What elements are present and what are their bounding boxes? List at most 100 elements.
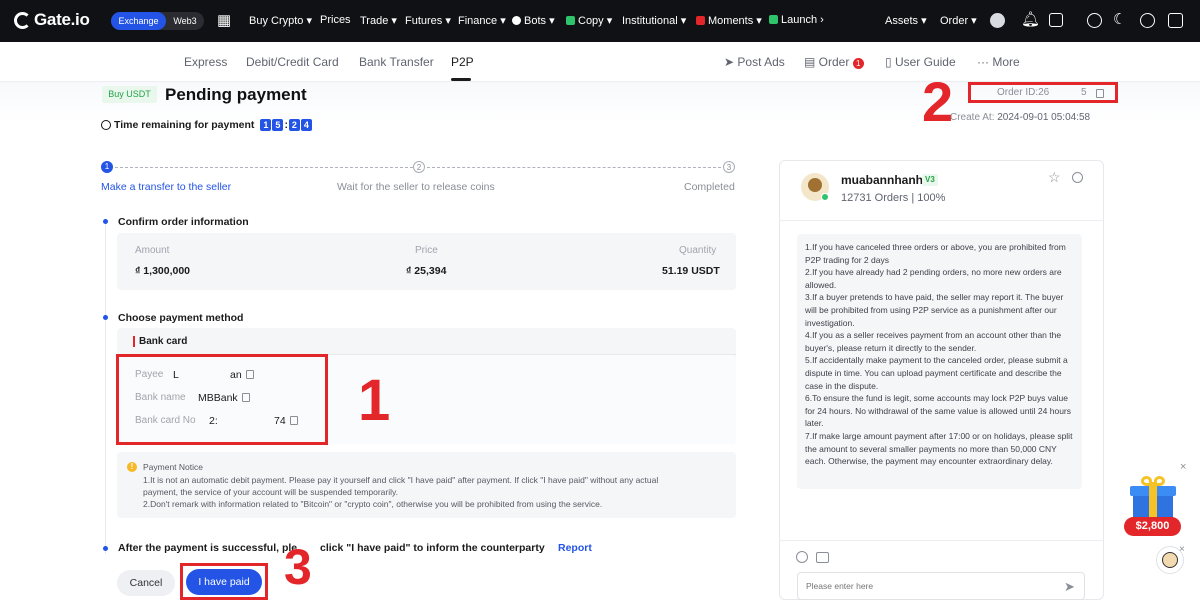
confirm-order-heading: Confirm order information bbox=[118, 216, 249, 228]
nav-prices[interactable]: Prices bbox=[320, 14, 351, 26]
image-icon[interactable] bbox=[816, 552, 829, 563]
close-icon[interactable]: × bbox=[1179, 544, 1185, 555]
rule-item: 2.If you have already had 2 pending orde… bbox=[805, 267, 1062, 290]
close-icon[interactable]: × bbox=[1180, 461, 1186, 473]
notice-line: payment, the service of your account wil… bbox=[143, 487, 398, 497]
bots-icon bbox=[512, 16, 521, 25]
order-link[interactable]: ▤ Order 1 bbox=[804, 55, 864, 69]
timeline-bullet bbox=[103, 219, 108, 224]
rule-item: 4.If you as a seller receives payment fr… bbox=[805, 330, 1062, 353]
timeline-line bbox=[105, 224, 106, 554]
step-3-dot: 3 bbox=[723, 161, 735, 173]
send-message-icon[interactable]: ➤ bbox=[1064, 579, 1075, 595]
nav-bots[interactable]: Bots ▾ bbox=[512, 14, 555, 27]
active-tab-indicator bbox=[451, 78, 471, 81]
trading-rules: 1.If you have canceled three orders or a… bbox=[797, 234, 1082, 489]
nav-assets[interactable]: Assets ▾ bbox=[885, 14, 927, 27]
web3-toggle[interactable]: Web3 bbox=[166, 12, 204, 30]
step-line bbox=[115, 167, 413, 168]
apps-grid-icon[interactable]: ▦ bbox=[217, 11, 231, 29]
notice-title: Payment Notice bbox=[143, 462, 203, 472]
nav-institutional[interactable]: Institutional ▾ bbox=[622, 14, 686, 27]
create-at: Create At: 2024-09-01 05:04:58 bbox=[950, 112, 1091, 123]
buy-usdt-tag: Buy USDT bbox=[102, 86, 157, 103]
star-icon[interactable]: ☆ bbox=[1048, 169, 1061, 186]
moments-icon bbox=[696, 16, 705, 25]
nav-trade[interactable]: Trade ▾ bbox=[360, 14, 397, 27]
gift-box-icon[interactable] bbox=[1127, 476, 1179, 518]
exchange-web3-switch[interactable]: Exchange Web3 bbox=[111, 12, 204, 30]
more-menu[interactable]: ··· More bbox=[977, 55, 1020, 69]
step-line bbox=[427, 167, 721, 168]
seller-avatar bbox=[801, 173, 829, 201]
order-id: Order ID:26 bbox=[997, 87, 1050, 98]
chat-input[interactable] bbox=[797, 572, 1085, 600]
step-2-label: Wait for the seller to release coins bbox=[337, 181, 495, 193]
user-icon[interactable] bbox=[1072, 172, 1083, 183]
bell-icon[interactable]: 🔔︎ bbox=[1021, 10, 1040, 28]
annotation-2: 2 bbox=[922, 70, 954, 133]
tab-debit-credit-card[interactable]: Debit/Credit Card bbox=[246, 55, 339, 69]
nav-futures[interactable]: Futures ▾ bbox=[405, 14, 451, 27]
after-payment-text-tail: click "I have paid" to inform the counte… bbox=[320, 542, 545, 554]
book-icon: ▯ bbox=[885, 55, 895, 69]
top-navbar: Gate.io Exchange Web3 ▦ Buy Crypto ▾ Pri… bbox=[0, 0, 1200, 42]
price-label: Price bbox=[415, 245, 438, 256]
order-id-highlight: Order ID:26 5 bbox=[968, 82, 1118, 103]
rule-item: 3.If a buyer pretends to have paid, the … bbox=[805, 292, 1064, 328]
nav-finance[interactable]: Finance ▾ bbox=[458, 14, 506, 27]
step-3-label: Completed bbox=[684, 181, 735, 193]
order-count-badge: 1 bbox=[852, 58, 864, 69]
nav-moments[interactable]: Moments ▾ bbox=[696, 14, 762, 27]
annotation-1: 1 bbox=[358, 368, 391, 433]
verified-badge: V3 bbox=[922, 174, 938, 186]
tab-bank-transfer[interactable]: Bank Transfer bbox=[359, 55, 434, 69]
price-value: ₫ 25,394 bbox=[406, 265, 447, 277]
seller-stats: 12731 Orders | 100% bbox=[841, 192, 946, 204]
amount-value: ₫ 1,300,000 bbox=[135, 265, 191, 277]
tab-express[interactable]: Express bbox=[184, 55, 227, 69]
settings-icon[interactable] bbox=[1140, 13, 1155, 28]
timeline-bullet bbox=[103, 315, 108, 320]
bank-card-marker bbox=[133, 336, 135, 347]
warning-icon: ! bbox=[127, 462, 137, 472]
gift-amount-badge[interactable]: $2,800 bbox=[1124, 517, 1181, 536]
rule-item: 1.If you have canceled three orders or a… bbox=[805, 242, 1066, 265]
emoji-icon[interactable] bbox=[796, 551, 808, 563]
nav-buy-crypto[interactable]: Buy Crypto ▾ bbox=[249, 14, 312, 27]
globe-icon[interactable] bbox=[1087, 13, 1102, 28]
user-guide-link[interactable]: ▯ User Guide bbox=[885, 55, 956, 69]
copy-icon[interactable] bbox=[1096, 89, 1104, 98]
page-title: Pending payment bbox=[165, 85, 307, 104]
step-1-label: Make a transfer to the seller bbox=[101, 181, 232, 193]
tab-p2p[interactable]: P2P bbox=[451, 55, 474, 69]
menu-icon[interactable] bbox=[1168, 13, 1183, 28]
quantity-label: Quantity bbox=[679, 245, 717, 256]
copy-leaf-icon bbox=[566, 16, 575, 25]
after-payment-text: After the payment is successful, ple bbox=[118, 542, 298, 554]
launch-leaf-icon bbox=[769, 15, 778, 24]
amount-label: Amount bbox=[135, 245, 170, 256]
download-icon[interactable] bbox=[1049, 13, 1063, 27]
p2p-subnav: Express Debit/Credit Card Bank Transfer … bbox=[0, 42, 1200, 82]
timer-digit: 1 bbox=[260, 119, 272, 131]
cancel-button[interactable]: Cancel bbox=[117, 570, 175, 596]
divider bbox=[779, 220, 1104, 221]
send-icon: ➤ bbox=[724, 55, 738, 69]
tab-bank-card[interactable]: Bank card bbox=[139, 336, 187, 347]
nav-order[interactable]: Order ▾ bbox=[940, 14, 977, 27]
i-have-paid-button[interactable]: I have paid bbox=[186, 569, 262, 595]
nav-copy[interactable]: Copy ▾ bbox=[566, 14, 612, 27]
report-link[interactable]: Report bbox=[558, 542, 592, 554]
exchange-toggle[interactable]: Exchange bbox=[111, 12, 166, 30]
gate-logo-icon bbox=[14, 11, 31, 29]
rule-item: 5.If accidentally make payment to the ca… bbox=[805, 355, 1068, 391]
post-ads-link[interactable]: ➤ Post Ads bbox=[724, 55, 785, 69]
online-status-dot bbox=[821, 193, 829, 201]
moon-icon[interactable]: ☾ bbox=[1113, 10, 1126, 28]
avatar[interactable] bbox=[990, 13, 1005, 28]
order-info-panel bbox=[117, 233, 736, 290]
nav-launch[interactable]: Launch › bbox=[769, 14, 824, 26]
gate-logo[interactable]: Gate.io bbox=[14, 10, 90, 30]
dots-icon: ··· bbox=[977, 55, 993, 69]
